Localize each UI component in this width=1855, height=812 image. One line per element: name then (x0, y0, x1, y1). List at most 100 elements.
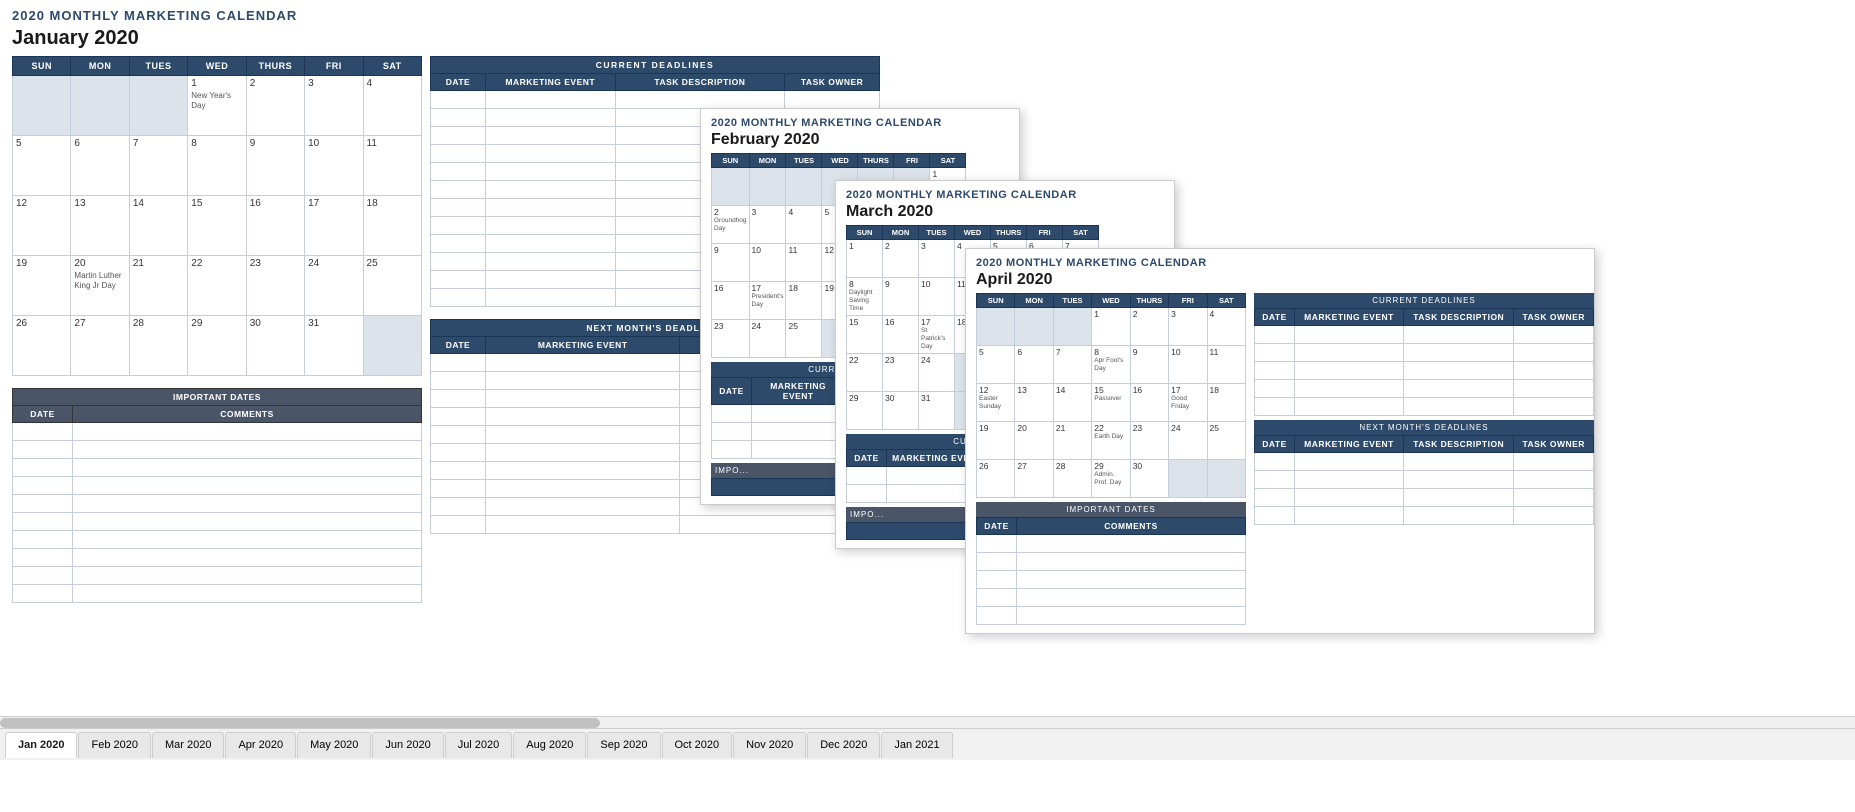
calendar-cell[interactable]: 24 (749, 320, 786, 358)
calendar-cell[interactable]: 16 (712, 282, 750, 320)
cell[interactable] (1404, 453, 1514, 471)
tab-mar-2020[interactable]: Mar 2020 (152, 732, 224, 758)
calendar-cell[interactable]: 24 (919, 354, 955, 392)
cell[interactable] (485, 289, 615, 307)
cell[interactable] (485, 217, 615, 235)
cell[interactable] (1295, 344, 1404, 362)
tab-jul-2020[interactable]: Jul 2020 (445, 732, 513, 758)
cell[interactable] (977, 553, 1017, 571)
tab-oct-2020[interactable]: Oct 2020 (662, 732, 733, 758)
calendar-cell[interactable]: 8Daylight Saving Time (847, 278, 883, 316)
calendar-cell[interactable]: 21 (129, 256, 187, 316)
cell[interactable] (13, 513, 73, 531)
cell[interactable] (431, 426, 486, 444)
calendar-cell[interactable]: 3 (1169, 308, 1207, 346)
tab-may-2020[interactable]: May 2020 (297, 732, 371, 758)
cell[interactable] (485, 253, 615, 271)
cell[interactable] (1255, 344, 1295, 362)
calendar-cell[interactable]: 22 (188, 256, 246, 316)
calendar-cell[interactable]: 22 (847, 354, 883, 392)
tab-jan-2020[interactable]: Jan 2020 (5, 732, 77, 758)
cell[interactable] (1295, 380, 1404, 398)
calendar-cell[interactable]: 4 (363, 76, 421, 136)
calendar-cell[interactable]: 15 (847, 316, 883, 354)
calendar-cell[interactable]: 23 (712, 320, 750, 358)
cell[interactable] (615, 91, 785, 109)
cell[interactable] (485, 109, 615, 127)
cell[interactable] (752, 405, 845, 423)
cell[interactable] (1404, 398, 1514, 416)
cell[interactable] (1255, 471, 1295, 489)
cell[interactable] (73, 423, 422, 441)
cell[interactable] (73, 441, 422, 459)
calendar-cell[interactable] (1169, 460, 1207, 498)
calendar-cell[interactable]: 8 (188, 136, 246, 196)
calendar-cell[interactable]: 5 (977, 346, 1015, 384)
calendar-cell[interactable]: 6 (71, 136, 129, 196)
cell[interactable] (13, 477, 73, 495)
cell[interactable] (485, 127, 615, 145)
cell[interactable] (1017, 571, 1246, 589)
cell[interactable] (431, 91, 486, 109)
cell[interactable] (73, 567, 422, 585)
cell[interactable] (712, 405, 752, 423)
calendar-cell[interactable]: 25 (786, 320, 822, 358)
calendar-cell[interactable]: 11 (786, 244, 822, 282)
calendar-cell[interactable]: 3 (305, 76, 363, 136)
calendar-cell[interactable]: 2Groundhog Day (712, 206, 750, 244)
cell[interactable] (977, 571, 1017, 589)
cell[interactable] (431, 199, 486, 217)
calendar-cell[interactable]: 9 (883, 278, 919, 316)
cell[interactable] (1017, 589, 1246, 607)
calendar-cell[interactable]: 11 (363, 136, 421, 196)
cell[interactable] (431, 235, 486, 253)
cell[interactable] (485, 462, 680, 480)
calendar-cell[interactable]: 25 (363, 256, 421, 316)
calendar-cell[interactable]: 25 (1207, 422, 1245, 460)
calendar-cell[interactable]: 29Admin. Prof. Day (1092, 460, 1130, 498)
tab-sep-2020[interactable]: Sep 2020 (587, 732, 660, 758)
cell[interactable] (431, 444, 486, 462)
cell[interactable] (485, 390, 680, 408)
calendar-cell[interactable]: 28 (1053, 460, 1091, 498)
calendar-cell[interactable]: 17 (305, 196, 363, 256)
cell[interactable] (752, 441, 845, 459)
calendar-cell[interactable]: 30 (883, 392, 919, 430)
calendar-cell[interactable]: 9 (712, 244, 750, 282)
cell[interactable] (13, 495, 73, 513)
cell[interactable] (1514, 362, 1594, 380)
cell[interactable] (1295, 398, 1404, 416)
calendar-cell[interactable]: 9 (1130, 346, 1168, 384)
calendar-cell[interactable] (129, 76, 187, 136)
cell[interactable] (13, 567, 73, 585)
calendar-cell[interactable]: 2 (1130, 308, 1168, 346)
cell[interactable] (431, 498, 486, 516)
calendar-cell[interactable] (786, 168, 822, 206)
cell[interactable] (1404, 326, 1514, 344)
calendar-cell[interactable]: 30 (1130, 460, 1168, 498)
cell[interactable] (1404, 489, 1514, 507)
cell[interactable] (977, 607, 1017, 625)
calendar-cell[interactable] (712, 168, 750, 206)
calendar-cell[interactable]: 14 (1053, 384, 1091, 422)
calendar-cell[interactable]: 16 (246, 196, 304, 256)
cell[interactable] (847, 485, 887, 503)
cell[interactable] (431, 253, 486, 271)
calendar-cell[interactable]: 10 (919, 278, 955, 316)
cell[interactable] (431, 390, 486, 408)
cell[interactable] (485, 516, 680, 534)
cell[interactable] (13, 585, 73, 603)
cell[interactable] (1514, 507, 1594, 525)
calendar-cell[interactable]: 8Apr Fool's Day (1092, 346, 1130, 384)
calendar-cell[interactable]: 27 (1015, 460, 1053, 498)
calendar-cell[interactable]: 9 (246, 136, 304, 196)
cell[interactable] (431, 480, 486, 498)
cell[interactable] (1514, 398, 1594, 416)
cell[interactable] (431, 516, 486, 534)
cell[interactable] (1514, 453, 1594, 471)
scrollbar-thumb[interactable] (0, 718, 600, 728)
tab-jan-2021[interactable]: Jan 2021 (881, 732, 952, 758)
cell[interactable] (73, 477, 422, 495)
cell[interactable] (1404, 471, 1514, 489)
cell[interactable] (1017, 553, 1246, 571)
